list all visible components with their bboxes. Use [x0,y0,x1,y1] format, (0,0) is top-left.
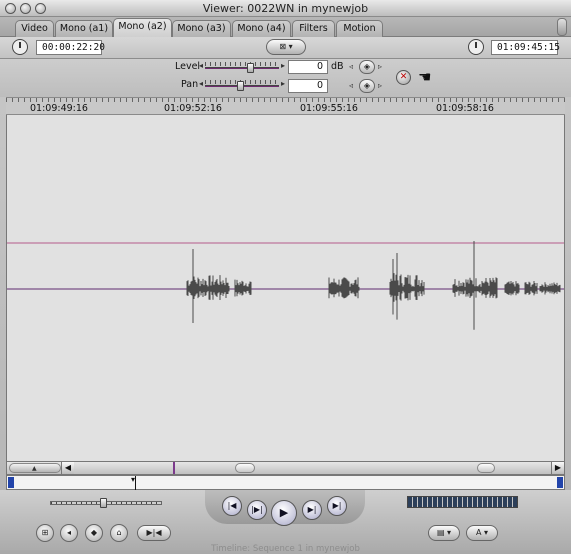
clock-icon [12,39,28,55]
level-slider-thumb[interactable] [247,63,254,73]
horizontal-scrollbar[interactable]: ▲ ◀ ▶ [6,461,565,475]
prev-edit-icon: |◀ [227,501,237,510]
zoom-slider[interactable]: ▲ [9,463,61,473]
shuttle-control[interactable] [50,496,162,510]
out-point-marker[interactable] [557,477,563,488]
pan-keyframe-button[interactable]: ◈ [359,79,375,93]
chevron-left-icon[interactable]: ◃ [349,62,353,71]
tab-mono-a2[interactable]: Mono (a2) [113,18,172,37]
play-icon: ▶ [279,506,289,519]
chevron-right-icon[interactable]: ▹ [378,62,382,71]
scroll-thumb-left[interactable] [235,463,255,473]
play-in-to-out-button[interactable]: |▶| [247,500,267,520]
hand-pointer-icon: ☚ [418,68,432,86]
timecode-ruler[interactable]: 01:09:49:16 01:09:52:16 01:09:55:16 01:0… [6,97,565,115]
clock-icon [468,39,484,55]
tab-video[interactable]: Video [15,20,54,37]
arrow-left-icon: ◀ [64,463,72,472]
level-slider[interactable]: ◂ ▸ [199,61,285,73]
insert-icon: ⊞ [41,528,49,537]
view-options-button[interactable]: ⊠ ▾ [266,39,306,55]
ruler-label: 01:09:58:16 [436,103,494,114]
ruler-label: 01:09:52:16 [164,103,222,114]
chevron-right-icon[interactable]: ▸ [281,61,285,70]
title-bar: Viewer: 0022WN in mynewjob [0,0,571,17]
mark-in-out-button[interactable]: ▶|◀ [137,525,171,541]
audio-controls: Level ◂ ▸ 0 dB ◃ ◈ ▹ Pan ◂ ▸ 0 ◃ ◈ ▹ ✕ ☚ [0,59,571,97]
scroll-right-button[interactable]: ▶ [551,462,564,474]
play-around-button[interactable]: ▶| [302,500,322,520]
scroll-left-button[interactable]: ◀ [61,462,74,474]
sync-icon: ▤ ▾ [436,528,452,537]
playhead-marker [173,462,175,474]
footer-text: Timeline: Sequence 1 in mynewjob [211,544,360,554]
in-point-marker[interactable] [8,477,14,488]
next-edit-icon: ▶| [332,501,342,510]
level-keyframe-button[interactable]: ◈ [359,60,375,74]
generator-button[interactable]: A ▾ [466,525,498,541]
chevron-right-icon[interactable]: ▸ [281,79,285,88]
level-value-field[interactable]: 0 [288,60,328,74]
add-marker-button[interactable]: ⌂ [110,524,128,542]
go-to-prev-edit-button[interactable]: |◀ [222,496,242,516]
timecode-row: 00:00:22:20 ⊠ ▾ 01:09:45:15 [0,37,571,59]
chevron-left-icon[interactable]: ◂ [199,79,203,88]
playhead-sync-button[interactable]: ▤ ▾ [428,525,460,541]
in-out-icon: ▶|◀ [146,528,162,537]
arrow-right-icon: ▶ [554,463,562,472]
scroll-thumb-right[interactable] [477,463,495,473]
pan-value-field[interactable]: 0 [288,79,328,93]
play-in-out-icon: |▶| [251,505,263,514]
play-button[interactable]: ▶ [271,500,297,526]
tab-mono-a1[interactable]: Mono (a1) [55,20,113,37]
pan-slider[interactable]: ◂ ▸ [199,79,285,91]
keyframe-icon: ◆ [90,528,98,537]
pan-slider-thumb[interactable] [237,81,244,91]
waveform-graphic [7,241,564,330]
playhead-icon: ▾ [131,475,136,484]
pan-label: Pan [181,79,199,90]
chevron-left-icon[interactable]: ◃ [349,81,353,90]
chevron-left-icon[interactable]: ◂ [199,61,203,70]
level-unit: dB [331,61,344,72]
current-timecode[interactable]: 01:09:45:15 [491,40,560,55]
window-resize-handle[interactable] [557,18,567,36]
keyframe-diamond-icon: ◈ [363,62,371,71]
viewer-window: Viewer: 0022WN in mynewjob Video Mono (a… [0,0,571,554]
keyframe-diamond-icon: ◈ [363,81,371,90]
mark-in-button[interactable]: ◂ [60,524,78,542]
audio-waveform-area[interactable] [6,115,565,461]
window-title: Viewer: 0022WN in mynewjob [202,2,369,15]
chevron-right-icon[interactable]: ▹ [378,81,382,90]
duration-timecode[interactable]: 00:00:22:20 [36,40,105,55]
tab-motion[interactable]: Motion [336,20,383,37]
tab-bar: Video Mono (a1) Mono (a2) Mono (a3) Mono… [0,17,571,37]
add-keyframe-button[interactable]: ◆ [85,524,103,542]
ruler-label: 01:09:49:16 [30,103,88,114]
generator-icon: A ▾ [475,528,489,537]
waveform-peaks [186,241,561,330]
view-options-icon: ⊠ ▾ [279,42,293,51]
go-to-next-edit-button[interactable]: ▶| [327,496,347,516]
play-around-icon: ▶| [307,505,317,514]
scrubber-bar[interactable]: ▾ [6,475,565,490]
mark-in-icon: ◂ [66,528,71,537]
marker-icon: ⌂ [116,528,122,537]
tab-mono-a3[interactable]: Mono (a3) [172,20,231,37]
reset-x-icon[interactable]: ✕ [396,70,411,85]
shuttle-thumb[interactable] [100,498,107,508]
level-label: Level [175,61,201,72]
jog-control[interactable] [407,496,518,508]
ruler-label: 01:09:55:16 [300,103,358,114]
tab-mono-a4[interactable]: Mono (a4) [232,20,291,37]
zoom-thumb-icon: ▲ [32,465,37,472]
playhead[interactable] [135,476,136,490]
insert-button[interactable]: ⊞ [36,524,54,542]
tab-filters[interactable]: Filters [292,20,335,37]
